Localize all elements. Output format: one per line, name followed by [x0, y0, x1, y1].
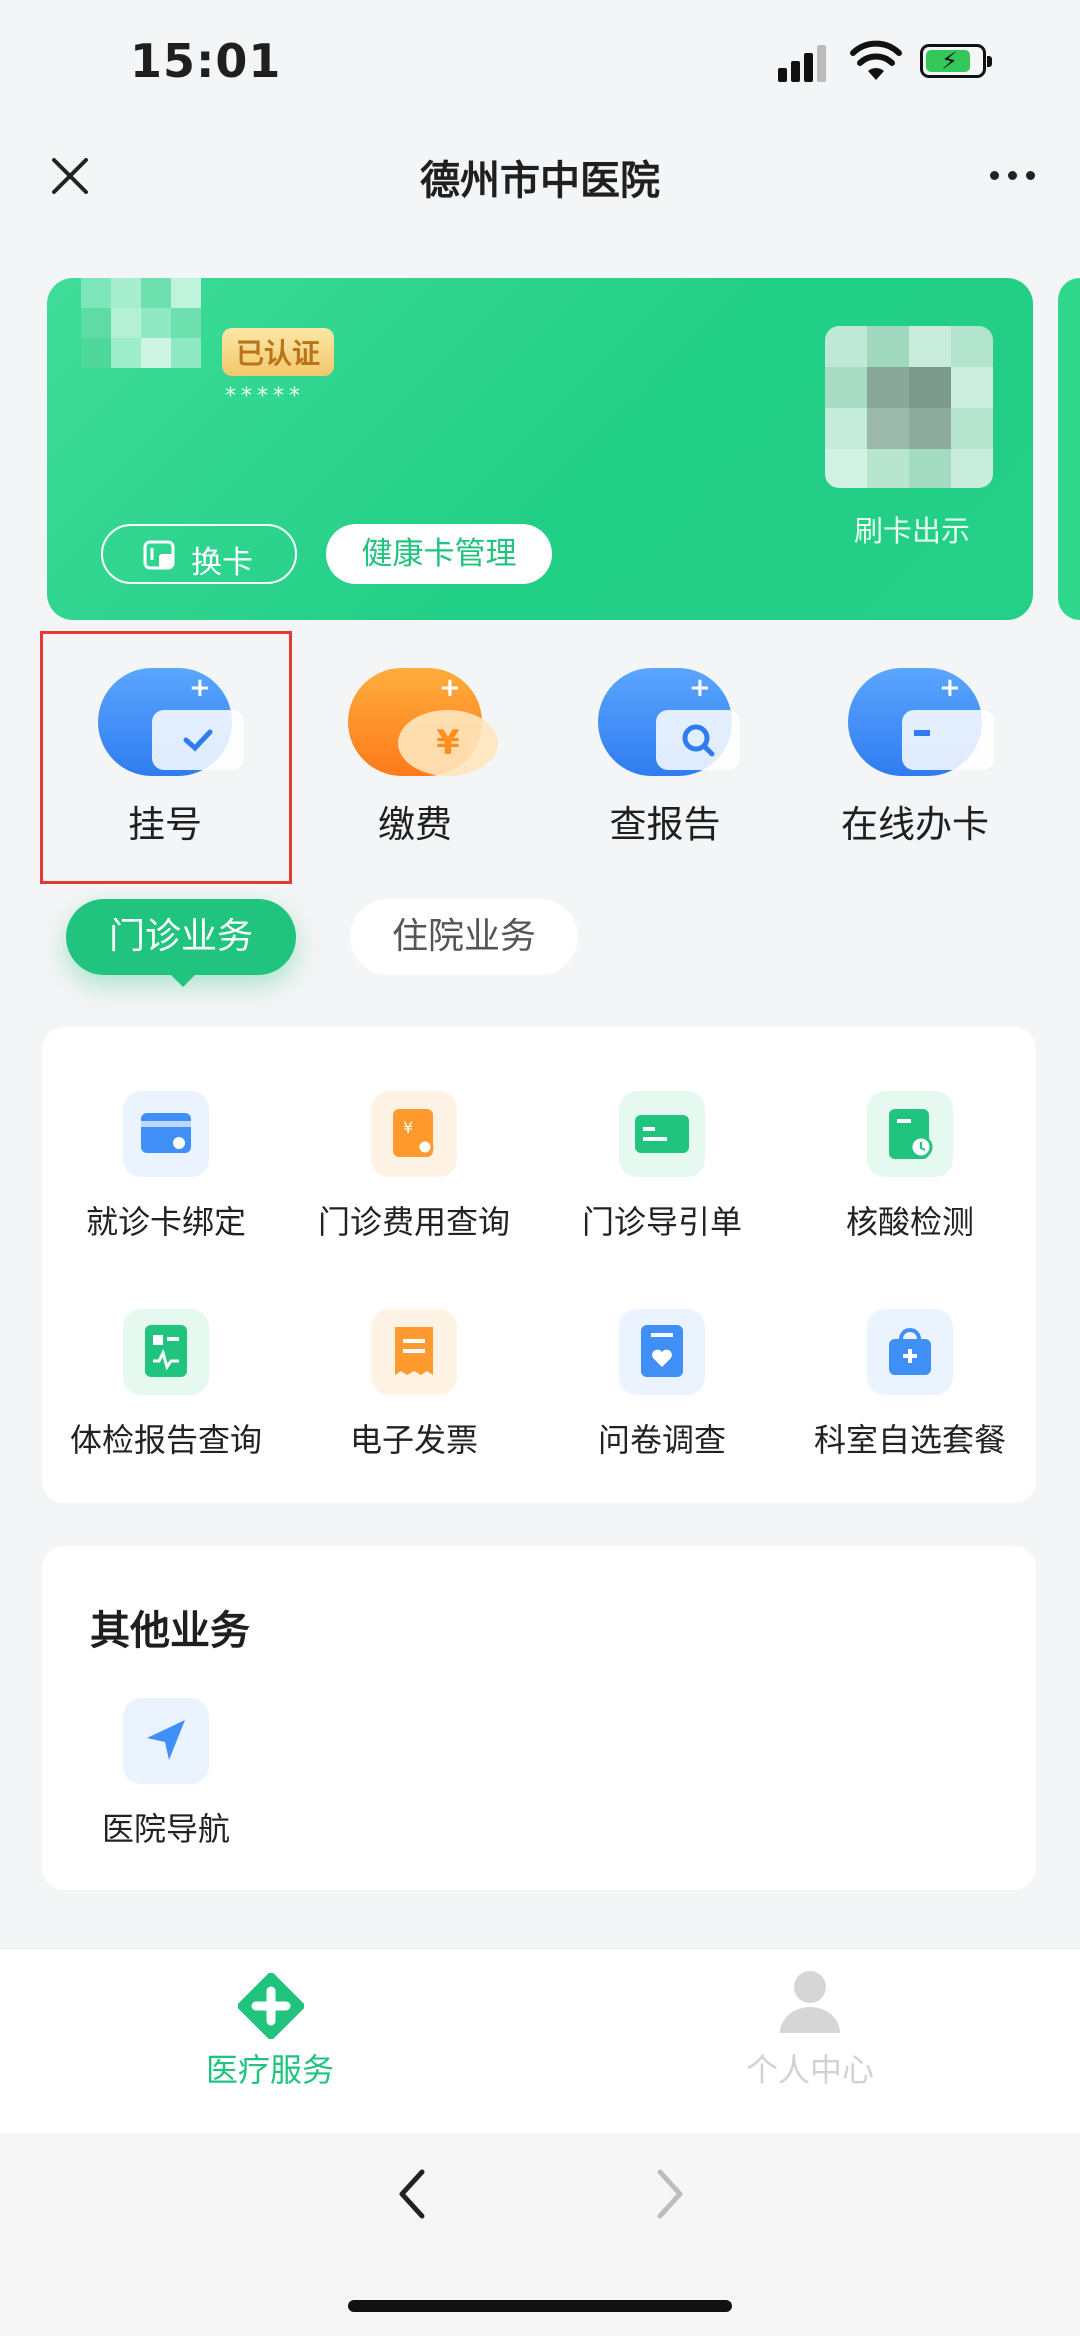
person-icon — [780, 1971, 840, 2033]
service-label: 电子发票 — [349, 1421, 478, 1459]
service-checkup-report[interactable]: 体检报告查询 — [42, 1309, 290, 1469]
wifi-icon — [850, 40, 902, 80]
payment-yuan-icon: + ¥ — [348, 668, 498, 776]
service-label: 问卷调查 — [597, 1421, 726, 1459]
quick-action-label: 缴费 — [378, 803, 452, 846]
other-services-panel: 其他业务 医院导航 — [42, 1546, 1036, 1890]
service-card-bind[interactable]: 就诊卡绑定 — [42, 1091, 290, 1251]
quick-action-report[interactable]: + 查报告 — [565, 668, 765, 858]
report-search-icon: + — [598, 668, 740, 776]
guide-sheet-icon — [619, 1091, 705, 1177]
nucleic-test-icon — [867, 1091, 953, 1177]
service-guide-sheet[interactable]: 门诊导引单 — [538, 1091, 786, 1251]
service-label: 体检报告查询 — [69, 1421, 262, 1459]
service-fee-query[interactable]: ¥ 门诊费用查询 — [290, 1091, 538, 1251]
service-label: 科室自选套餐 — [813, 1421, 1006, 1459]
medical-cross-icon — [238, 1973, 304, 2039]
checkup-report-icon — [123, 1309, 209, 1395]
tab-outpatient[interactable]: 门诊业务 — [66, 899, 296, 987]
service-label: 医院导航 — [101, 1810, 230, 1848]
highlight-box — [40, 631, 292, 884]
navigation-arrow-icon — [123, 1698, 209, 1784]
quick-action-label: 在线办卡 — [841, 803, 989, 846]
tab-label: 医疗服务 — [205, 2051, 334, 2089]
card-apply-icon: + — [848, 668, 994, 776]
page-title: 德州市中医院 — [420, 158, 660, 204]
service-label: 就诊卡绑定 — [85, 1203, 246, 1241]
e-invoice-icon — [371, 1309, 457, 1395]
service-nucleic-test[interactable]: 核酸检测 — [786, 1091, 1034, 1251]
scan-card-label: 刷卡出示 — [853, 514, 970, 548]
verified-badge: 已认证 — [222, 328, 335, 376]
forward-chevron-icon[interactable] — [646, 2166, 692, 2222]
survey-icon — [619, 1309, 705, 1395]
service-survey[interactable]: 问卷调查 — [538, 1309, 786, 1469]
cellular-signal-icon — [778, 44, 834, 82]
section-title: 其他业务 — [90, 1608, 250, 1654]
tab-label: 个人中心 — [745, 2051, 874, 2089]
service-hospital-navigation[interactable]: 医院导航 — [42, 1698, 290, 1858]
next-card-peek[interactable] — [1058, 278, 1080, 620]
status-time: 15:01 — [130, 34, 282, 88]
health-card[interactable]: 已认证 ***** 刷卡出示 换卡 健康卡管理 — [47, 278, 1033, 620]
quick-action-payment[interactable]: + ¥ 缴费 — [315, 668, 515, 858]
bottom-tab-bar: 医疗服务 个人中心 — [0, 1948, 1080, 2134]
swap-card-button[interactable]: 换卡 — [101, 524, 297, 584]
tab-inpatient[interactable]: 住院业务 — [350, 899, 578, 975]
outpatient-services-panel: 就诊卡绑定 ¥ 门诊费用查询 门诊导引单 核酸检测 体检报告查询 电子发票 问卷… — [42, 1027, 1036, 1503]
card-bind-icon — [123, 1091, 209, 1177]
swap-card-label: 换卡 — [191, 545, 253, 581]
fee-query-icon: ¥ — [371, 1091, 457, 1177]
service-label: 核酸检测 — [845, 1203, 974, 1241]
home-indicator[interactable] — [348, 2300, 732, 2312]
package-bag-icon — [867, 1309, 953, 1395]
quick-action-label: 查报告 — [609, 803, 721, 846]
service-department-package[interactable]: 科室自选套餐 — [786, 1309, 1034, 1469]
svg-text:¥: ¥ — [403, 1118, 413, 1137]
battery-icon: ⚡ — [920, 44, 992, 78]
more-options-icon[interactable] — [990, 165, 1036, 185]
back-chevron-icon[interactable] — [390, 2166, 436, 2222]
swap-card-icon — [143, 540, 175, 570]
masked-card-number: ***** — [225, 384, 305, 409]
tab-personal-center[interactable]: 个人中心 — [660, 1949, 960, 2134]
service-label: 门诊导引单 — [581, 1203, 742, 1241]
qr-code-image[interactable] — [825, 326, 993, 488]
tab-medical-service[interactable]: 医疗服务 — [120, 1949, 420, 2134]
service-label: 门诊费用查询 — [317, 1203, 510, 1241]
quick-action-card-apply[interactable]: + 在线办卡 — [815, 668, 1015, 858]
health-card-manage-button[interactable]: 健康卡管理 — [326, 524, 552, 584]
service-e-invoice[interactable]: 电子发票 — [290, 1309, 538, 1469]
